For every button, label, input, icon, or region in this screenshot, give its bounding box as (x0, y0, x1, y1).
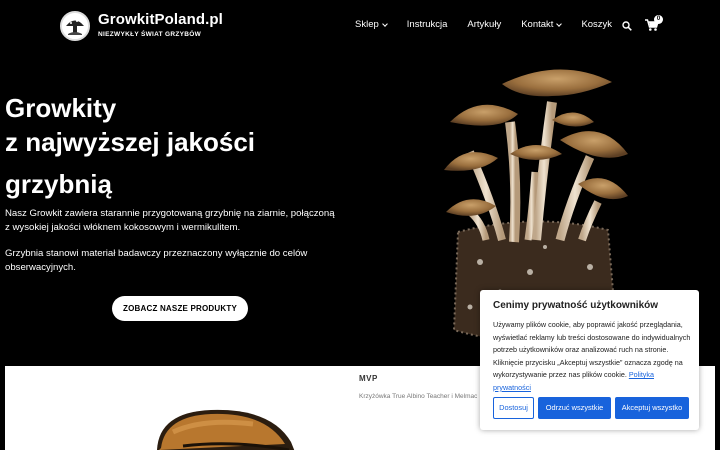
logo-mushroom-icon[interactable] (60, 11, 90, 41)
nav-item-kontakt[interactable]: Kontakt (521, 19, 563, 30)
customize-button[interactable]: Dostosuj (493, 397, 534, 419)
nav-item-instrukcja[interactable]: Instrukcja (407, 19, 448, 30)
brand-tagline: NIEZWYKŁY ŚWIAT GRZYBÓW (98, 31, 202, 38)
nav-item-label: Koszyk (581, 19, 613, 30)
main-nav: Sklep Instrukcja Artykuły Kontakt Koszyk (355, 19, 632, 30)
product-description: Krzyżówka True Albino Teacher i Melmac (359, 393, 477, 400)
nav-item-label: Kontakt (521, 19, 554, 30)
chevron-down-icon (556, 20, 563, 27)
brand[interactable]: GrowkitPoland.pl NIEZWYKŁY ŚWIAT GRZYBÓW (98, 12, 223, 39)
see-products-button[interactable]: ZOBACZ NASZE PRODUKTY (112, 296, 248, 321)
product-badge: MVP (359, 374, 378, 383)
hero-title: Growkity z najwyższej jakości grzybnią (5, 91, 325, 201)
nav-item-label: Sklep (355, 19, 379, 30)
brand-name[interactable]: GrowkitPoland.pl (98, 12, 223, 28)
site-header: GrowkitPoland.pl NIEZWYKŁY ŚWIAT GRZYBÓW… (0, 0, 720, 52)
cookie-body-text: Używamy plików cookie, aby poprawić jako… (493, 320, 691, 380)
reject-all-button[interactable]: Odrzuć wszystkie (538, 397, 611, 419)
hero-title-line: z najwyższej jakości (5, 127, 256, 157)
cookie-consent-banner: Cenimy prywatność użytkowników Używamy p… (480, 290, 699, 430)
hero-title-line: Growkity (5, 93, 117, 123)
accept-all-button[interactable]: Akceptuj wszystko (615, 397, 689, 419)
cookie-title: Cenimy prywatność użytkowników (493, 300, 659, 311)
hero-paragraph: Grzybnia stanowi materiał badawczy przez… (5, 248, 308, 273)
nav-item-koszyk[interactable]: Koszyk (581, 19, 612, 30)
chevron-down-icon (381, 20, 388, 27)
nav-item-sklep[interactable]: Sklep (355, 19, 388, 30)
hero-title-line: grzybnią (5, 169, 112, 199)
product-mushroom-image[interactable] (153, 402, 303, 450)
search-icon[interactable] (622, 21, 632, 31)
nav-item-artykuly[interactable]: Artykuły (467, 19, 501, 30)
cart-count-badge: 0 (654, 15, 663, 24)
cookie-text: Używamy plików cookie, aby poprawić jako… (493, 319, 691, 395)
nav-item-label: Instrukcja (406, 19, 448, 30)
nav-item-label: Artykuły (467, 19, 502, 30)
hero-paragraph: Nasz Growkit zawiera starannie przygotow… (5, 208, 335, 233)
